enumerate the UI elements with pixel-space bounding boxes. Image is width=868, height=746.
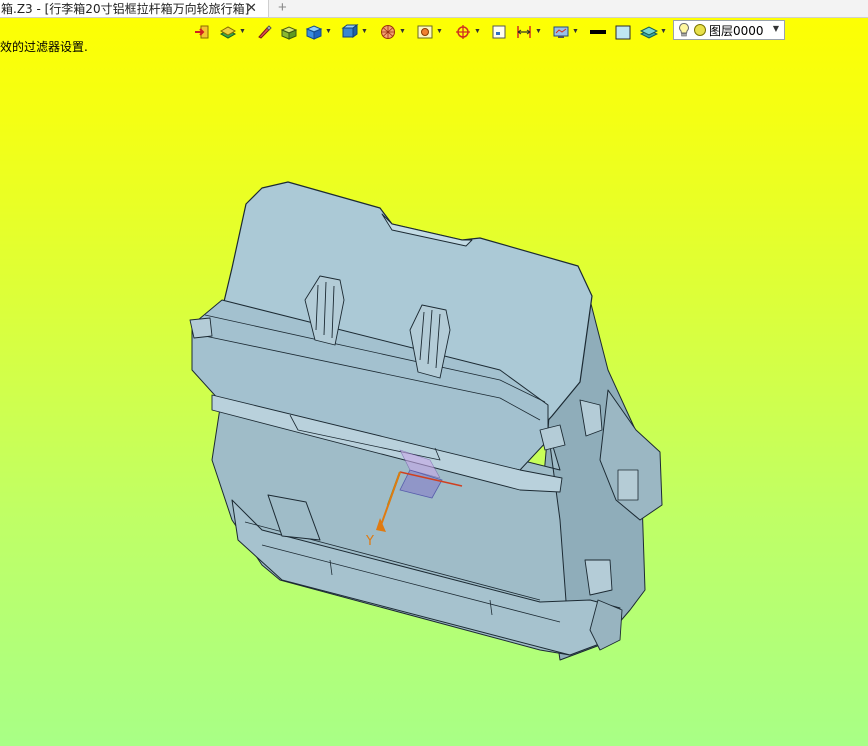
layer-name: 图层0000 bbox=[709, 23, 764, 38]
zoom-frame-button[interactable]: ▼ bbox=[416, 22, 443, 42]
layer-tools-icon bbox=[219, 26, 237, 39]
chevron-down-icon: ▼ bbox=[474, 28, 481, 35]
shading-button[interactable]: ▼ bbox=[305, 22, 332, 42]
sketch-button[interactable] bbox=[256, 22, 272, 42]
dimension-icon bbox=[517, 26, 531, 38]
view-cube-icon bbox=[341, 24, 359, 38]
chevron-down-icon: ▼ bbox=[572, 28, 579, 35]
layer-color-dot-icon bbox=[694, 24, 706, 36]
pen-icon bbox=[258, 25, 272, 39]
display-settings-icon bbox=[553, 26, 569, 38]
import-button[interactable] bbox=[194, 22, 210, 42]
document-tab[interactable]: 箱.Z3 - [行李箱20寸铝框拉杆箱万向轮旅行箱] ✕ bbox=[0, 0, 269, 17]
line-color-icon bbox=[590, 30, 606, 34]
3d-viewport[interactable]: Y bbox=[0, 44, 868, 746]
snap-grid-icon bbox=[492, 25, 506, 39]
bulb-icon bbox=[679, 22, 689, 37]
display-settings-button[interactable]: ▼ bbox=[552, 22, 579, 42]
chevron-down-icon: ▼ bbox=[399, 28, 406, 35]
render-mode-button[interactable]: ▼ bbox=[379, 22, 406, 42]
tab-bar: 箱.Z3 - [行李箱20寸铝框拉杆箱万向轮旅行箱] ✕ + bbox=[0, 0, 868, 18]
pivot-button[interactable]: ▼ bbox=[454, 22, 481, 42]
chevron-down-icon: ▼ bbox=[325, 28, 332, 35]
chevron-down-icon: ▼ bbox=[660, 28, 667, 35]
close-tab-icon[interactable]: ✕ bbox=[246, 0, 257, 16]
suitcase-model[interactable] bbox=[189, 181, 663, 661]
new-tab-icon[interactable]: + bbox=[278, 0, 287, 16]
pivot-icon bbox=[456, 25, 470, 39]
import-icon bbox=[195, 25, 209, 39]
blue-cube-icon bbox=[305, 25, 323, 40]
chevron-down-icon: ▼ bbox=[436, 28, 443, 35]
chevron-down-icon: ▼ bbox=[361, 28, 368, 35]
solid-box-icon bbox=[280, 26, 298, 40]
dropdown-arrow-icon: ▼ bbox=[772, 24, 779, 33]
axis-y-label: Y bbox=[365, 534, 374, 549]
dimension-button[interactable]: ▼ bbox=[515, 22, 542, 42]
document-tab-title: 箱.Z3 - [行李箱20寸铝框拉杆箱万向轮旅行箱] bbox=[1, 2, 250, 16]
view-orientation-button[interactable]: ▼ bbox=[341, 22, 368, 42]
layer-select[interactable]: 图层0000 ▼ bbox=[673, 20, 785, 40]
line-color-button[interactable] bbox=[589, 22, 607, 42]
chevron-down-icon: ▼ bbox=[535, 28, 542, 35]
layer-manager-button[interactable]: ▼ bbox=[640, 22, 667, 42]
fill-color-button[interactable] bbox=[614, 22, 632, 42]
chevron-down-icon: ▼ bbox=[239, 28, 246, 35]
snap-grid-button[interactable] bbox=[491, 22, 507, 42]
render-sphere-icon bbox=[381, 25, 395, 39]
fill-color-icon bbox=[615, 25, 631, 40]
layer-tools-button[interactable]: ▼ bbox=[219, 22, 246, 42]
solid-button[interactable] bbox=[280, 22, 298, 42]
view-frame-icon bbox=[417, 25, 433, 39]
layer-stack-icon bbox=[640, 26, 658, 39]
